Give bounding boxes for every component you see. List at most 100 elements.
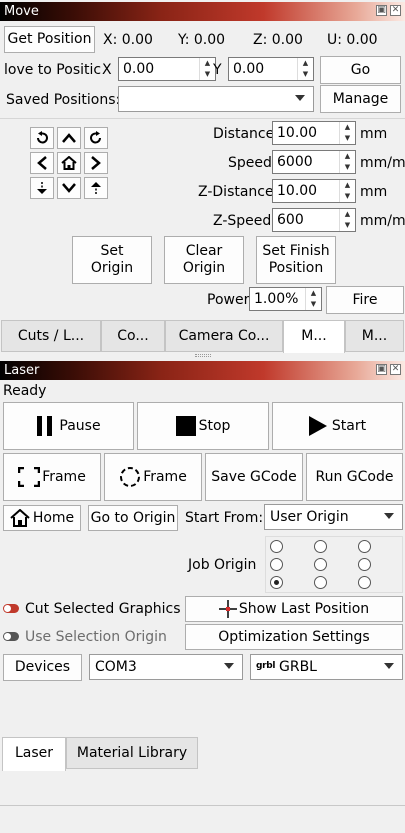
tab-cuts-layers[interactable]: Cuts / L... <box>1 320 101 352</box>
y-readout: Y: 0.00 <box>178 32 226 48</box>
spin-up-icon[interactable]: ▲ <box>340 122 355 133</box>
spin-down-icon[interactable]: ▼ <box>340 191 355 202</box>
close-icon[interactable]: ✕ <box>390 364 401 375</box>
set-origin-line1: Set <box>100 243 124 260</box>
pause-label: Pause <box>59 417 101 434</box>
distance-input[interactable]: 10.00 ▲ ▼ <box>272 121 356 145</box>
set-finish-position-button[interactable]: Set Finish Position <box>256 236 336 284</box>
divider <box>0 118 405 119</box>
origin-bottom-center-radio[interactable] <box>314 576 327 589</box>
distance-label: Distance <box>213 126 275 142</box>
z-distance-label: Z-Distance <box>198 184 274 200</box>
z-up-icon[interactable] <box>84 177 108 199</box>
z-speed-input[interactable]: 600 ▲ ▼ <box>272 208 356 232</box>
tab-material-library[interactable]: Material Library <box>66 737 198 769</box>
frame-circle-button[interactable]: Frame <box>104 453 202 501</box>
z-down-icon[interactable] <box>30 177 54 199</box>
rotate-cw-icon[interactable] <box>84 127 108 149</box>
jog-right-icon[interactable] <box>84 152 108 174</box>
spin-down-icon[interactable]: ▼ <box>340 133 355 144</box>
tab-console[interactable]: Co... <box>101 320 165 352</box>
move-x-input[interactable]: 0.00 ▲ ▼ <box>118 57 216 81</box>
devices-button[interactable]: Devices <box>3 654 82 681</box>
origin-bottom-right-radio[interactable] <box>358 576 371 589</box>
distance-unit: mm <box>360 126 388 142</box>
set-finish-line1: Set Finish <box>262 243 330 260</box>
jog-left-icon[interactable] <box>30 152 54 174</box>
go-button[interactable]: Go <box>320 56 401 84</box>
home-button[interactable]: Home <box>3 505 81 531</box>
get-position-button[interactable]: Get Position <box>4 26 95 53</box>
origin-center-radio[interactable] <box>314 558 327 571</box>
move-titlebar[interactable]: Move ▣ ✕ <box>0 2 405 21</box>
port-select[interactable]: COM3 <box>89 654 243 680</box>
jog-down-icon[interactable] <box>57 177 81 199</box>
pause-icon <box>37 416 53 436</box>
spin-up-icon[interactable]: ▲ <box>340 209 355 220</box>
spin-up-icon[interactable]: ▲ <box>306 288 321 299</box>
start-from-select[interactable]: User Origin <box>264 504 403 530</box>
origin-top-left-radio[interactable] <box>270 540 283 553</box>
laser-titlebar[interactable]: Laser ▣ ✕ <box>0 361 405 380</box>
spin-down-icon[interactable]: ▼ <box>340 220 355 231</box>
cut-selected-toggle[interactable] <box>3 604 19 613</box>
spin-down-icon[interactable]: ▼ <box>298 69 313 80</box>
frame-rect-button[interactable]: Frame <box>3 453 101 501</box>
float-icon[interactable]: ▣ <box>376 5 387 16</box>
float-icon[interactable]: ▣ <box>376 364 387 375</box>
spin-up-icon[interactable]: ▲ <box>298 58 313 69</box>
tab-more[interactable]: M... <box>345 320 404 352</box>
jog-up-icon[interactable] <box>57 127 81 149</box>
show-last-position-button[interactable]: Show Last Position <box>185 596 403 622</box>
move-y-value: 0.00 <box>233 61 265 77</box>
origin-middle-left-radio[interactable] <box>270 558 283 571</box>
spin-up-icon[interactable]: ▲ <box>340 180 355 191</box>
z-distance-input[interactable]: 10.00 ▲ ▼ <box>272 179 356 203</box>
spin-down-icon[interactable]: ▼ <box>340 162 355 173</box>
speed-value: 6000 <box>277 154 313 170</box>
set-origin-button[interactable]: Set Origin <box>72 236 152 284</box>
stop-button[interactable]: Stop <box>137 402 269 450</box>
splitter-grip[interactable] <box>195 354 211 357</box>
close-icon[interactable]: ✕ <box>390 5 401 16</box>
move-x-value: 0.00 <box>123 61 155 77</box>
origin-top-right-radio[interactable] <box>358 540 371 553</box>
optimization-settings-button[interactable]: Optimization Settings <box>185 624 403 650</box>
spin-down-icon[interactable]: ▼ <box>306 299 321 310</box>
home-icon[interactable] <box>57 152 81 174</box>
origin-middle-right-radio[interactable] <box>358 558 371 571</box>
z-speed-value: 600 <box>277 212 304 228</box>
z-distance-value: 10.00 <box>277 183 318 199</box>
spin-up-icon[interactable]: ▲ <box>340 151 355 162</box>
origin-top-center-radio[interactable] <box>314 540 327 553</box>
tab-move[interactable]: M... <box>283 320 345 353</box>
fire-button[interactable]: Fire <box>326 286 404 314</box>
rotate-ccw-icon[interactable] <box>30 127 54 149</box>
x-label: X <box>102 62 112 78</box>
grbl-logo: grbl <box>256 661 276 671</box>
chevron-down-icon <box>384 663 394 669</box>
saved-positions-select[interactable] <box>118 86 314 112</box>
tab-laser[interactable]: Laser <box>2 737 66 771</box>
set-finish-line2: Position <box>268 260 324 276</box>
save-gcode-button[interactable]: Save GCode <box>205 453 303 501</box>
speed-input[interactable]: 6000 ▲ ▼ <box>272 150 356 174</box>
port-value: COM3 <box>95 659 137 675</box>
move-title: Move <box>4 4 39 19</box>
power-input[interactable]: 1.00% ▲ ▼ <box>249 287 322 311</box>
play-icon <box>308 416 327 436</box>
use-selection-origin-toggle[interactable] <box>3 632 19 641</box>
chevron-down-icon <box>224 663 234 669</box>
pause-button[interactable]: Pause <box>3 402 134 450</box>
move-y-input[interactable]: 0.00 ▲ ▼ <box>228 57 314 81</box>
tab-camera-control[interactable]: Camera Co... <box>165 320 283 352</box>
run-gcode-button[interactable]: Run GCode <box>306 453 403 501</box>
controller-select[interactable]: grbl GRBL <box>250 654 403 680</box>
origin-bottom-left-radio[interactable] <box>270 576 283 589</box>
start-button[interactable]: Start <box>272 402 403 450</box>
manage-button[interactable]: Manage <box>320 85 401 113</box>
clear-origin-button[interactable]: Clear Origin <box>164 236 244 284</box>
go-to-origin-button[interactable]: Go to Origin <box>88 505 178 531</box>
power-value: 1.00% <box>254 291 299 307</box>
frame-circle-icon <box>120 467 141 487</box>
